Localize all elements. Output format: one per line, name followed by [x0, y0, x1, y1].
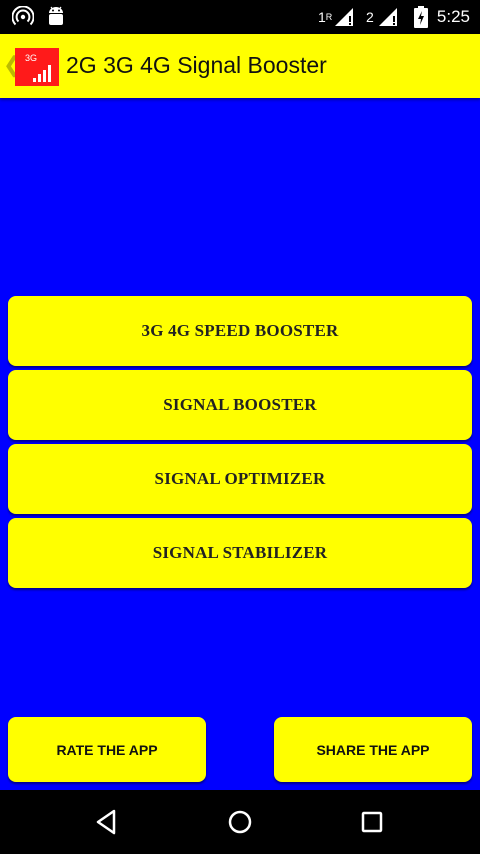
rate-app-button[interactable]: RATE THE APP	[8, 717, 206, 782]
signal-bars-icon	[33, 65, 51, 82]
battery-icon	[414, 0, 428, 34]
clock: 5:25	[436, 7, 470, 26]
hotspot-icon	[12, 0, 34, 34]
signal-icon	[334, 0, 354, 34]
signal-icon	[378, 0, 398, 34]
sim2-label: 2	[366, 9, 374, 25]
app-logo: 3G	[15, 48, 59, 86]
app-bar: ❮ 3G 2G 3G 4G Signal Booster	[0, 34, 480, 98]
signal-stabilizer-button[interactable]: SIGNAL STABILIZER	[8, 518, 472, 588]
status-bar: 1R 2 5:25	[0, 0, 480, 34]
share-app-button[interactable]: SHARE THE APP	[274, 717, 472, 782]
signal-optimizer-button[interactable]: SIGNAL OPTIMIZER	[8, 444, 472, 514]
android-icon	[46, 0, 66, 34]
recents-icon[interactable]	[356, 806, 388, 838]
sim1-label: 1R	[318, 9, 333, 25]
signal-booster-button[interactable]: SIGNAL BOOSTER	[8, 370, 472, 440]
app-title: 2G 3G 4G Signal Booster	[66, 52, 327, 78]
back-icon[interactable]	[90, 806, 122, 838]
navigation-bar	[0, 790, 480, 854]
speed-booster-button[interactable]: 3G 4G SPEED BOOSTER	[8, 296, 472, 366]
home-icon[interactable]	[224, 806, 256, 838]
